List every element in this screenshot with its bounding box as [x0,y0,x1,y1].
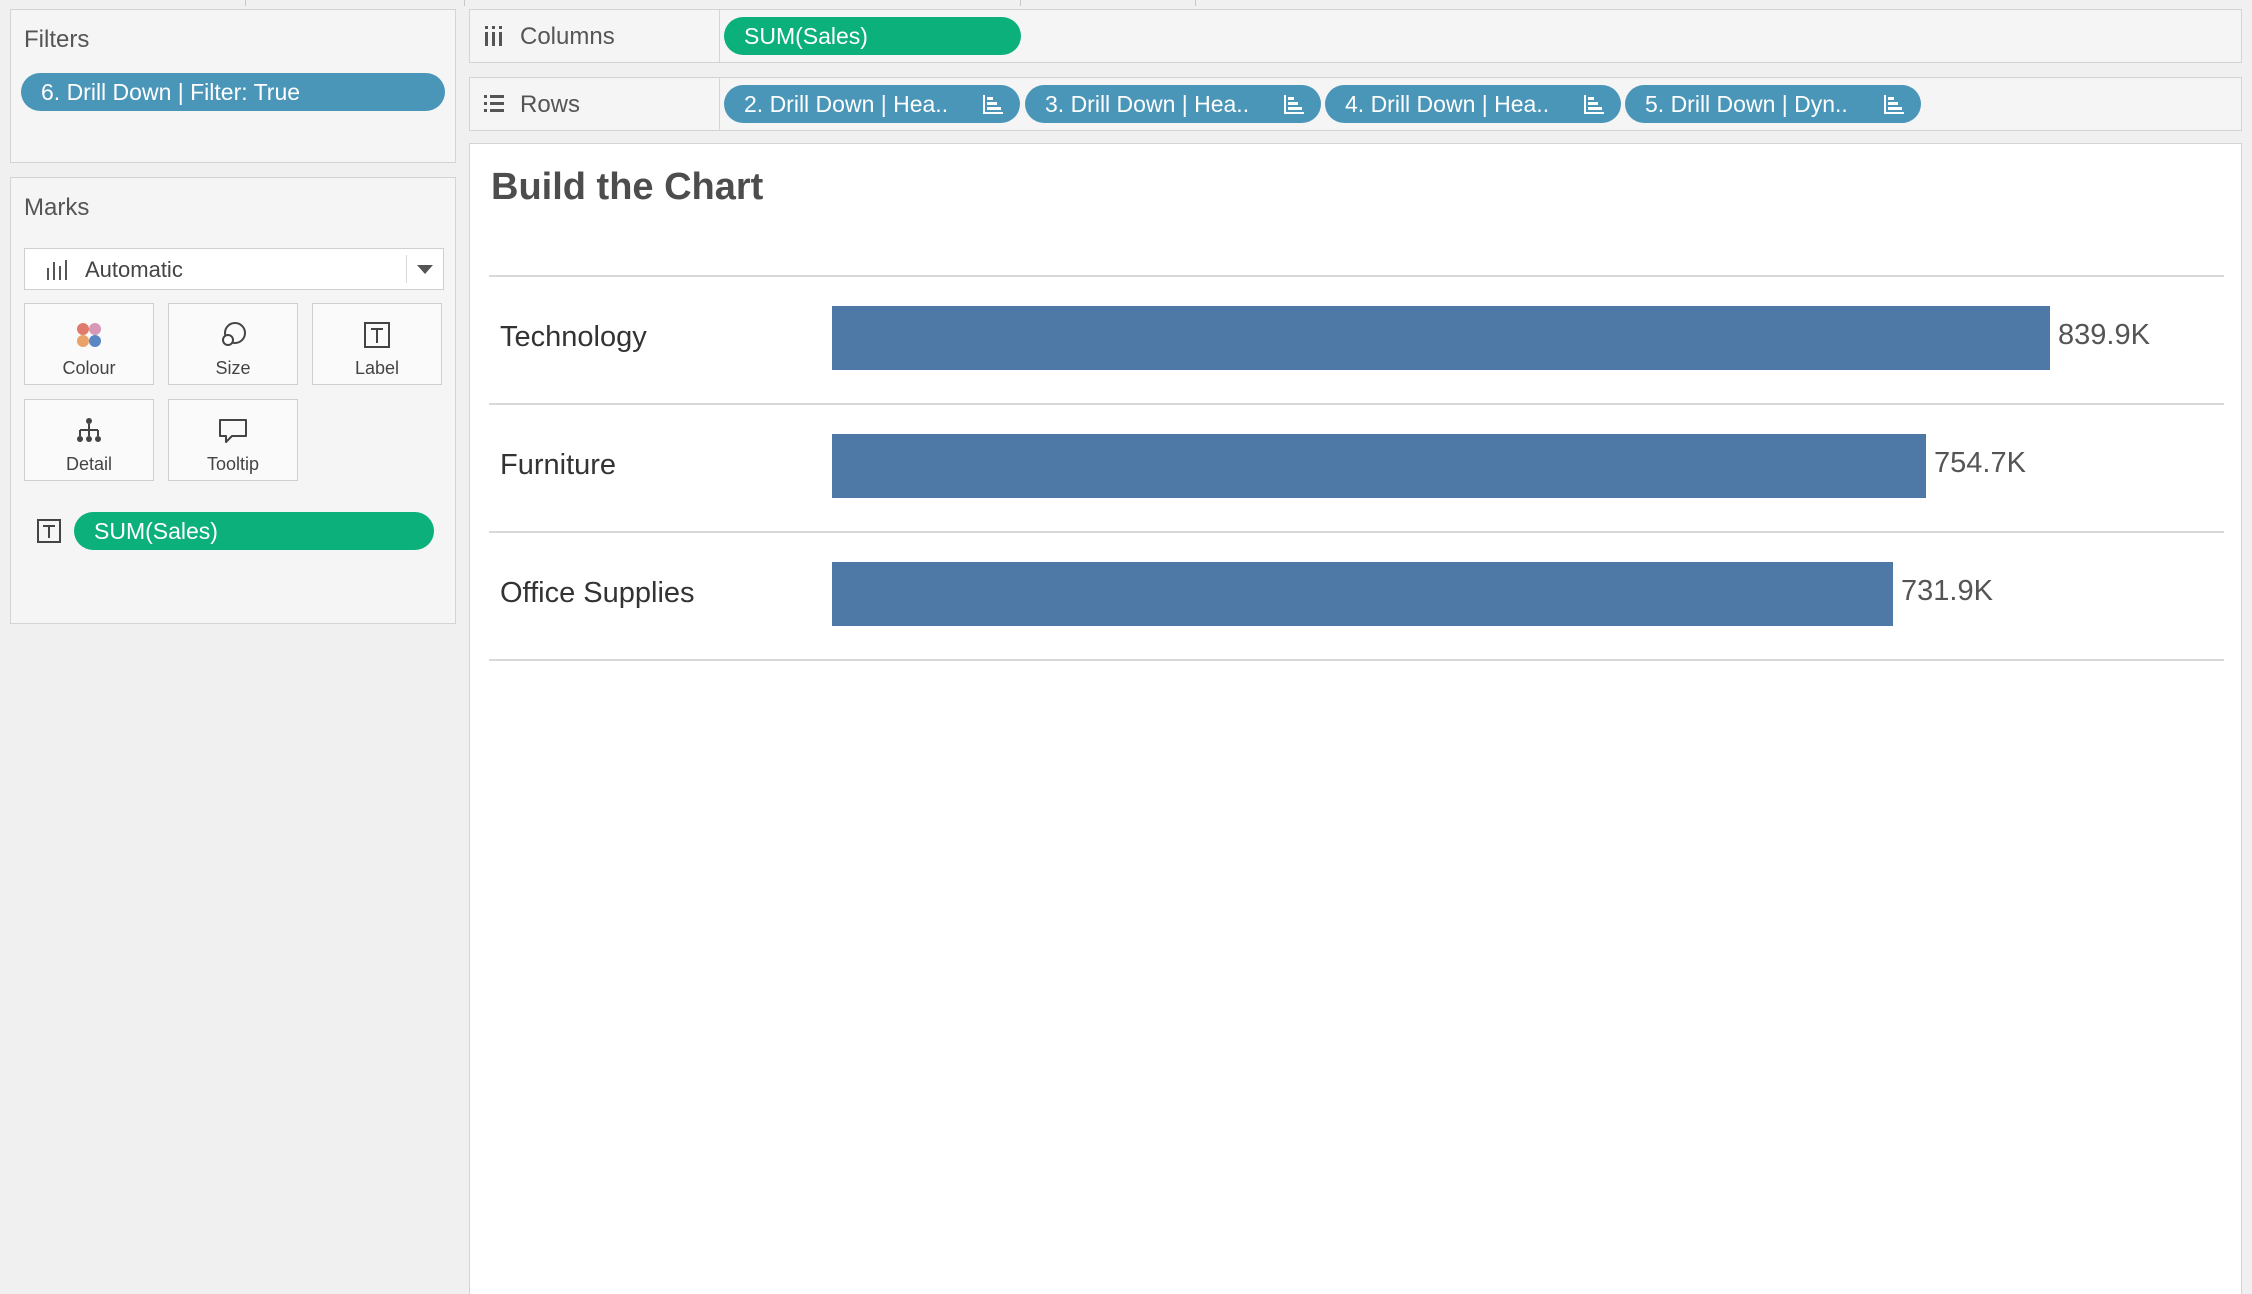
rows-pill-label: 3. Drill Down | Hea.. [1045,91,1250,117]
speech-bubble-icon [219,419,247,443]
tooltip-button[interactable]: Tooltip [168,399,298,481]
columns-shelf-label-cell: Columns [470,10,720,62]
marks-card: Marks Automatic Colour Size Label Detail… [10,177,456,624]
rows-pill-label: 4. Drill Down | Hea.. [1345,91,1550,117]
detail-button[interactable]: Detail [24,399,154,481]
bar-technology[interactable] [832,306,2050,370]
value-label: 754.7K [1934,447,2026,479]
strip-divider [245,0,246,6]
rows-shelf: Rows 2. Drill Down | Hea.. 3. Drill Down… [469,77,2242,131]
text-label-icon [364,322,390,348]
row-divider [489,531,2224,533]
rows-icon [484,95,504,112]
top-strip [0,0,2252,6]
strip-divider [1195,0,1196,6]
columns-label: Columns [520,23,615,50]
category-label: Furniture [500,449,617,481]
sort-icon [1284,95,1304,114]
viz-canvas: Build the Chart Technology 839.9K Furnitur… [469,143,2242,1294]
category-label: Technology [500,321,647,353]
mark-type-dropdown[interactable]: Automatic [24,248,444,290]
rows-pill-2[interactable]: 2. Drill Down | Hea.. [724,85,1020,123]
tooltip-button-label: Tooltip [206,454,260,474]
label-button-label: Label [354,358,400,378]
detail-hierarchy-icon [77,418,101,442]
header-divider [489,275,2224,277]
rows-pill-4[interactable]: 4. Drill Down | Hea.. [1325,85,1621,123]
strip-divider [464,0,465,6]
rows-pill-3[interactable]: 3. Drill Down | Hea.. [1025,85,1321,123]
bar-chart-icon [47,260,67,280]
row-divider [489,403,2224,405]
sum-sales-label-pill[interactable]: SUM(Sales) [74,512,434,550]
bar-furniture[interactable] [832,434,1926,498]
strip-divider [1020,0,1021,6]
rows-pill-5[interactable]: 5. Drill Down | Dyn.. [1625,85,1921,123]
sort-icon [1584,95,1604,114]
filters-card: Filters 6. Drill Down | Filter: True [10,9,456,163]
sort-icon [983,95,1003,114]
colour-button-label: Colour [62,358,116,378]
dropdown-divider [406,255,407,283]
category-label: Office Supplies [500,577,695,609]
columns-shelf: Columns SUM(Sales) [469,9,2242,63]
value-label: 839.9K [2058,319,2150,351]
value-label: 731.9K [1901,575,1993,607]
text-label-icon [37,519,61,543]
filter-pill[interactable]: 6. Drill Down | Filter: True [21,73,445,111]
rows-pill-label: 2. Drill Down | Hea.. [744,91,949,117]
filters-title: Filters [24,26,90,53]
rows-label: Rows [520,91,581,118]
rows-pill-label: 5. Drill Down | Dyn.. [1645,91,1848,117]
label-button[interactable]: Label [312,303,442,385]
columns-icon [485,26,502,46]
sort-icon [1884,95,1904,114]
chevron-down-icon [417,265,433,274]
mark-type-label: Automatic [85,257,183,282]
size-button[interactable]: Size [168,303,298,385]
size-icon [222,322,246,346]
rows-shelf-label-cell: Rows [470,78,720,130]
chart-title: Build the Chart [491,166,764,208]
colour-icon [77,323,101,347]
row-divider [489,659,2224,661]
colour-button[interactable]: Colour [24,303,154,385]
tableau-workspace: Filters 6. Drill Down | Filter: True Mar… [0,0,2252,1294]
detail-button-label: Detail [65,454,113,474]
bar-office-supplies[interactable] [832,562,1893,626]
marks-title: Marks [24,194,90,221]
size-button-label: Size [215,358,251,378]
columns-pill-sum-sales[interactable]: SUM(Sales) [724,17,1021,55]
